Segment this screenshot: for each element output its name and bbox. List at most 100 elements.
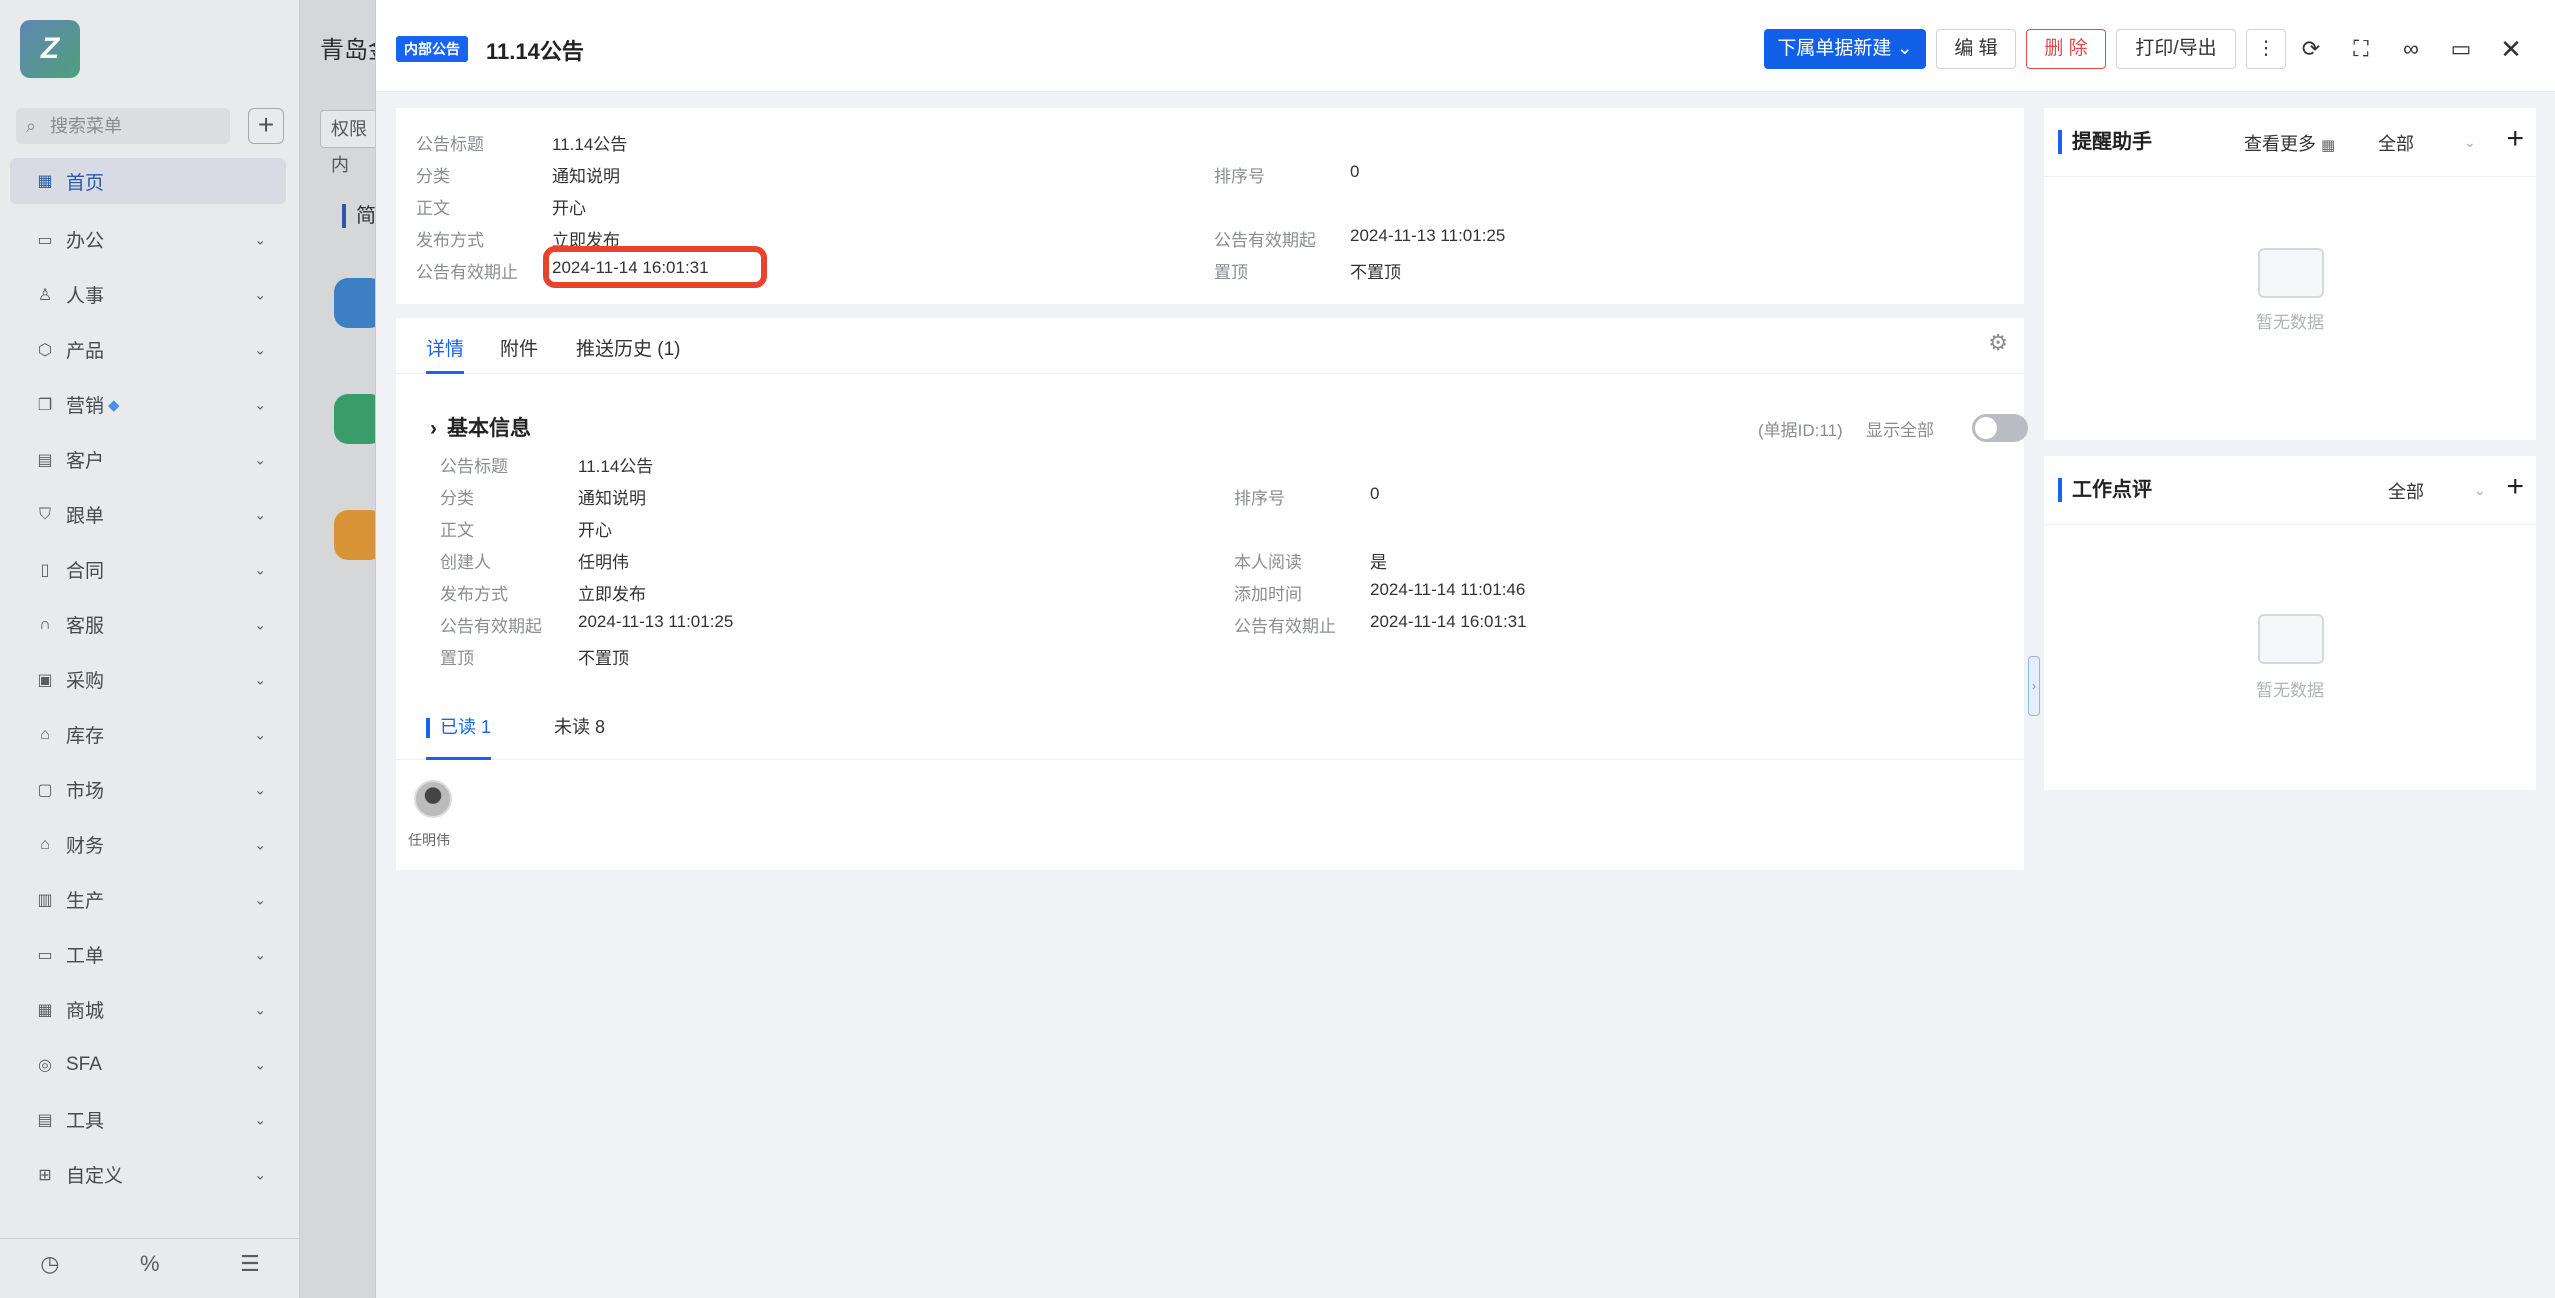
- chevron-down-icon: ⌄: [2474, 482, 2486, 498]
- detail-card: 详情 附件 推送历史 (1) ⚙ › 基本信息 (单据ID:11) 显示全部 公告…: [396, 318, 2028, 870]
- view-more-label: 查看更多: [2244, 134, 2316, 154]
- edit-button[interactable]: 编 辑: [1936, 29, 2016, 69]
- chevron-down-icon: ⌄: [254, 726, 266, 742]
- sidebar-item-contract[interactable]: ▯ 合同 ⌄: [10, 542, 286, 597]
- laptop-icon[interactable]: ▭: [2444, 32, 2478, 66]
- sidebar-item-market[interactable]: ▢ 市场 ⌄: [10, 762, 286, 817]
- chevron-down-icon: ⌄: [2464, 134, 2476, 150]
- permission-tab[interactable]: 权限内: [320, 110, 380, 175]
- sidebar-item-label: 客户: [66, 451, 105, 472]
- tab-attachments[interactable]: 附件: [500, 334, 538, 374]
- sidebar-item-office[interactable]: ▭ 办公 ⌄: [10, 212, 286, 267]
- chevron-down-icon: ⌄: [254, 616, 266, 632]
- chevron-down-icon: ⌄: [254, 1111, 266, 1127]
- fullscreen-icon[interactable]: ⛶: [2344, 32, 2378, 66]
- drawer-title: 11.14公告: [486, 39, 584, 64]
- document-icon: ▯: [40, 561, 50, 579]
- field-value: 2024-11-14 11:01:46: [1370, 580, 1526, 599]
- sidebar-item-inventory[interactable]: ⌂ 库存 ⌄: [10, 707, 286, 762]
- tab-details[interactable]: 详情: [426, 334, 465, 374]
- sidebar-item-hr[interactable]: ♙ 人事 ⌄: [10, 267, 286, 322]
- sidebar-item-service[interactable]: ∩ 客服 ⌄: [10, 597, 286, 652]
- sidebar-item-label: 财务: [66, 836, 105, 857]
- avatar[interactable]: [414, 780, 452, 818]
- sidebar-item-follow[interactable]: ⛉ 跟单 ⌄: [10, 487, 286, 542]
- ticket-icon: ▭: [37, 946, 53, 964]
- tab-push-history[interactable]: 推送历史 (1): [576, 334, 681, 374]
- basic-info-header[interactable]: › 基本信息: [430, 412, 531, 442]
- sidebar-item-store[interactable]: ▦ 商城 ⌄: [10, 982, 286, 1037]
- reminder-title: 提醒助手: [2058, 130, 2152, 154]
- sidebar-item-custom[interactable]: ⊞ 自定义 ⌄: [10, 1147, 286, 1202]
- field-label: 公告标题: [440, 457, 508, 476]
- chevron-down-icon: ⌄: [254, 891, 266, 907]
- collapse-menu-icon[interactable]: ☰: [240, 1251, 260, 1277]
- close-icon[interactable]: ✕: [2494, 32, 2528, 66]
- sidebar-item-ticket[interactable]: ▭ 工单 ⌄: [10, 927, 286, 982]
- new-sub-document-button[interactable]: 下属单据新建 ⌄: [1764, 29, 1926, 69]
- summary-card: 公告标题 11.14公告 分类 通知说明 正文 开心 发布方式 立即发布 公告有效期止 2…: [396, 108, 2024, 304]
- field-label: 发布方式: [440, 585, 508, 604]
- refresh-icon[interactable]: ⟳: [2294, 32, 2328, 66]
- sidebar-item-tools[interactable]: ▤ 工具 ⌄: [10, 1092, 286, 1147]
- field-label: 排序号: [1234, 489, 1285, 508]
- sidebar-footer: ◷ % ☰: [0, 1238, 300, 1288]
- sidebar-item-label: 首页: [66, 172, 105, 194]
- divider: [2044, 176, 2536, 177]
- delete-button[interactable]: 删 除: [2026, 29, 2106, 69]
- field-label: 置顶: [440, 649, 474, 668]
- sidebar-item-finance[interactable]: ⌂ 财务 ⌄: [10, 817, 286, 872]
- add-reminder-button[interactable]: +: [2506, 122, 2524, 156]
- link-icon[interactable]: ∞: [2394, 32, 2428, 66]
- monitor-icon: ▭: [37, 231, 53, 249]
- print-export-button[interactable]: 打印/导出: [2116, 29, 2236, 69]
- app-sidebar: Z ⌕ 搜索菜单 + ▦ 首页 ▭ 办公 ⌄ ♙ 人事 ⌄ ⬡ 产品 ⌄ ❐ 营销 ◆ ⌄ ▤ 客户 ⌄…: [0, 0, 300, 1298]
- sidebar-item-marketing[interactable]: ❐ 营销 ◆ ⌄: [10, 377, 286, 432]
- field-value: 不置顶: [1350, 263, 1401, 282]
- sidebar-item-label: 营销: [66, 396, 105, 417]
- menu-search-input[interactable]: ⌕ 搜索菜单: [16, 108, 230, 144]
- field-value: 通知说明: [578, 489, 646, 508]
- gear-icon[interactable]: ⚙: [1988, 330, 2008, 356]
- reminder-filter-select[interactable]: 全部: [2378, 130, 2414, 156]
- sidebar-item-label: 办公: [66, 231, 105, 252]
- chevron-down-icon: ⌄: [254, 1166, 266, 1182]
- field-value: 0: [1370, 484, 1380, 503]
- sidebar-item-production[interactable]: ▥ 生产 ⌄: [10, 872, 286, 927]
- sidebar-item-label: 商城: [66, 1001, 105, 1022]
- bank-icon: ⌂: [40, 835, 50, 853]
- empty-text: 暂无数据: [2256, 313, 2324, 332]
- sidebar-item-label: 人事: [66, 286, 105, 307]
- collapse-panel-handle[interactable]: ›: [2028, 656, 2040, 716]
- field-value: 2024-11-13 11:01:25: [1350, 226, 1506, 245]
- sidebar-item-home[interactable]: ▦ 首页: [10, 158, 286, 204]
- more-options-button[interactable]: ⋮: [2246, 29, 2286, 69]
- add-menu-button[interactable]: +: [248, 108, 284, 144]
- chevron-down-icon: ⌄: [254, 671, 266, 687]
- history-icon[interactable]: ◷: [40, 1251, 59, 1277]
- field-value: 0: [1350, 162, 1360, 181]
- view-more-link[interactable]: 查看更多 ▦: [2244, 130, 2335, 156]
- sidebar-item-customer[interactable]: ▤ 客户 ⌄: [10, 432, 286, 487]
- drawer-header: 内部公告 11.14公告 下属单据新建 ⌄ 编 辑 删 除 打印/导出 ⋮ ⟳ …: [376, 0, 2555, 92]
- review-filter-select[interactable]: 全部: [2388, 478, 2424, 504]
- sidebar-item-sfa[interactable]: ◎ SFA ⌄: [10, 1037, 286, 1092]
- tab-read[interactable]: 已读 1: [426, 710, 492, 760]
- section-title: 基本信息: [447, 417, 531, 440]
- sidebar-item-purchase[interactable]: ▣ 采购 ⌄: [10, 652, 286, 707]
- chevron-down-icon: ⌄: [254, 396, 266, 412]
- sidebar-menu: ▦ 首页 ▭ 办公 ⌄ ♙ 人事 ⌄ ⬡ 产品 ⌄ ❐ 营销 ◆ ⌄ ▤ 客户 ⌄ ⛉ 跟单 ⌄ ▯ 合同 ⌄ …: [10, 158, 286, 1202]
- work-review-card: 工作点评 全部 ⌄ + 暂无数据: [2044, 456, 2536, 790]
- grid-icon: ⊞: [38, 1166, 52, 1184]
- sidebar-item-label: 跟单: [66, 506, 105, 527]
- field-label: 本人阅读: [1234, 553, 1302, 572]
- tab-unread[interactable]: 未读 8: [554, 710, 605, 760]
- cart-icon: ▣: [37, 671, 53, 689]
- percent-icon[interactable]: %: [140, 1251, 160, 1277]
- chevron-down-icon: ⌄: [254, 781, 266, 797]
- sidebar-item-product[interactable]: ⬡ 产品 ⌄: [10, 322, 286, 377]
- field-value: 2024-11-13 11:01:25: [578, 612, 734, 631]
- show-all-toggle[interactable]: [1972, 414, 2028, 442]
- add-review-button[interactable]: +: [2506, 470, 2524, 504]
- target-icon: ◎: [38, 1056, 52, 1074]
